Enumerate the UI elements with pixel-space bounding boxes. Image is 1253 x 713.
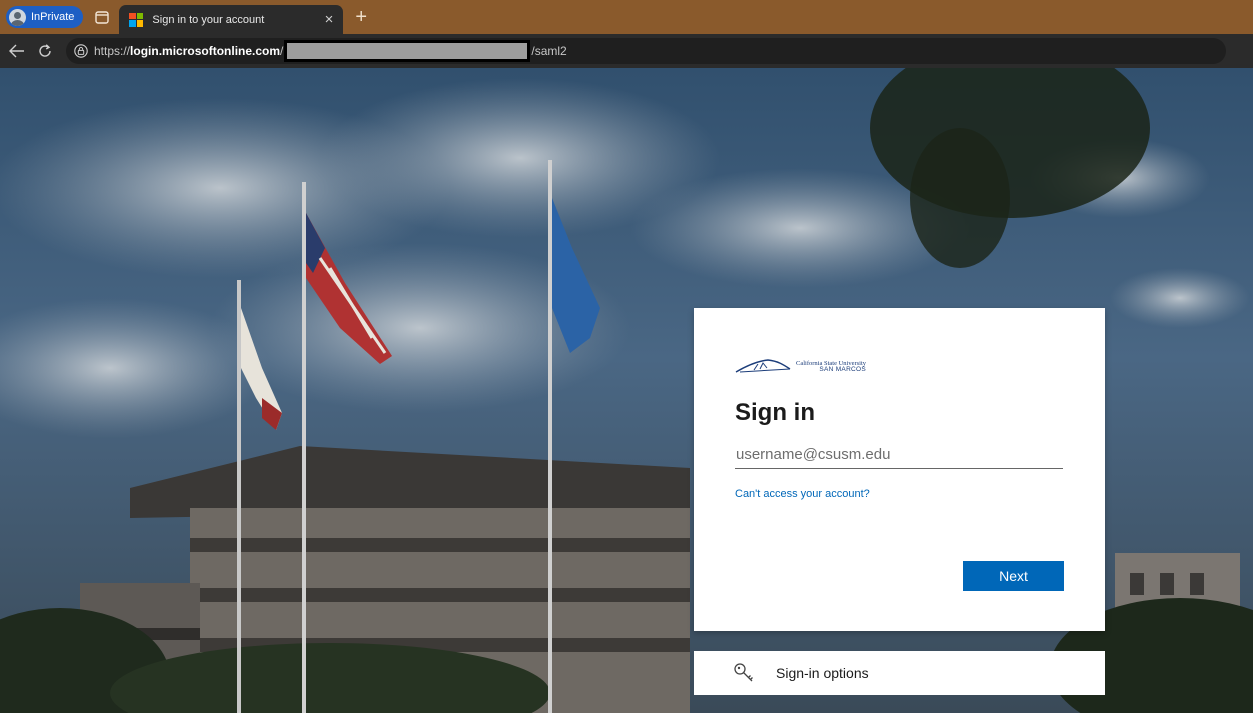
csusm-logo: California State University SAN MARCOS [734,356,894,378]
url-scheme: https:// [94,44,131,58]
signin-card: California State University SAN MARCOS S… [694,308,1105,631]
csusm-logo-mark-icon [735,359,791,373]
tab-sign-in[interactable]: Sign in to your account × [119,5,344,34]
url-slash: / [280,44,284,58]
username-input[interactable] [735,441,1063,469]
inprivate-badge[interactable]: InPrivate [6,6,84,28]
lock-icon[interactable] [74,44,88,58]
url-field[interactable]: https:// login.microsoftonline.com / /sa… [66,38,1226,64]
microsoft-logo-icon [129,12,144,27]
page-title: Sign in [735,399,815,426]
tab-actions-icon[interactable] [93,9,111,25]
back-arrow-icon[interactable] [6,40,28,62]
inprivate-label: InPrivate [31,11,75,23]
key-icon [732,661,756,685]
url-domain: login.microsoftonline.com [130,44,281,58]
new-tab-button[interactable]: + [355,7,367,27]
address-bar: https:// login.microsoftonline.com / /sa… [0,34,1253,68]
tab-title: Sign in to your account [152,13,265,26]
refresh-icon[interactable] [34,40,56,62]
profile-avatar-icon [9,8,26,26]
cant-access-account-link[interactable]: Can't access your account? [735,488,870,500]
logo-line-2: SAN MARCOS [819,366,867,373]
url-redaction [284,40,531,62]
next-button[interactable]: Next [963,561,1064,591]
signin-options-button[interactable]: Sign-in options [694,651,1105,695]
close-tab-icon[interactable]: × [325,12,334,27]
signin-options-label: Sign-in options [776,665,869,681]
url-path: /saml2 [531,44,567,58]
tab-bar: InPrivate Sign in to your account × + [0,0,1253,34]
